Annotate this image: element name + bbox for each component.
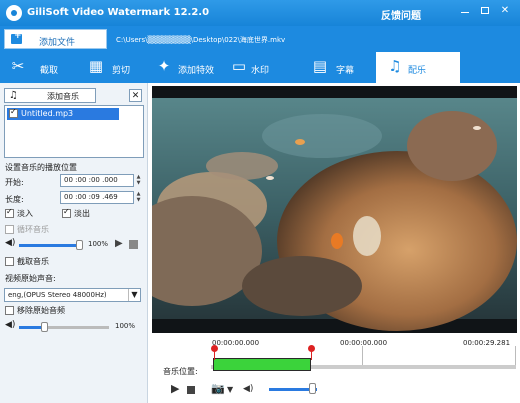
trim-music-label: 截取音乐 [17, 257, 49, 266]
stop-music-icon[interactable] [129, 240, 138, 249]
start-label: 开始: [5, 178, 24, 187]
add-file-icon [11, 31, 22, 44]
audio-track-value: eng,(OPUS Stereo 48000Hz) [8, 291, 107, 299]
music-settings-panel: ♫ 添加音乐 ✕ Untitled.mp3 设置音乐的播放位置 开始: 00 :… [0, 83, 148, 403]
camera-icon[interactable]: 📷 [211, 382, 225, 395]
music-volume-slider[interactable] [76, 240, 83, 250]
speaker-icon: ◀) [5, 238, 16, 248]
add-file-button[interactable]: 添加文件 [4, 29, 107, 49]
timeline-tick [362, 346, 363, 365]
stop-icon[interactable] [187, 386, 195, 394]
toolbar: ✂ 截取 ▦ 剪切 ✦ 添加特效 ▭ 水印 ▤ 字幕 ♫ 配乐 [0, 52, 520, 83]
crop-icon: ▦ [88, 57, 104, 75]
fade-in-checkbox[interactable] [5, 207, 14, 218]
title-bar: GiliSoft Video Watermark 12.2.0 反馈问题 ✕ [0, 0, 520, 26]
tab-effects-label: 添加特效 [178, 66, 215, 76]
original-volume-row: ◀) 100% [5, 320, 145, 334]
camera-dropdown-icon[interactable]: ▼ [227, 385, 233, 394]
video-preview [152, 86, 517, 333]
remove-music-button[interactable]: ✕ [129, 89, 142, 102]
maximize-icon [481, 7, 489, 14]
play-position-heading: 设置音乐的播放位置 [5, 163, 77, 172]
start-time-spinner[interactable]: ▲ ▼ [135, 174, 142, 187]
timeline-end-time: 00:00:29.281 [463, 339, 511, 347]
tab-music[interactable]: ♫ 配乐 [376, 52, 460, 83]
music-file-name: Untitled.mp3 [21, 109, 74, 118]
duration-label: 长度: [5, 195, 24, 204]
close-button[interactable]: ✕ [498, 4, 512, 18]
tab-music-label: 配乐 [408, 66, 427, 76]
spin-down-icon: ▼ [136, 197, 141, 203]
add-file-label: 添加文件 [39, 38, 76, 48]
tab-crop[interactable]: ▦ 剪切 [82, 52, 146, 83]
list-item[interactable]: Untitled.mp3 [7, 107, 119, 120]
tab-watermark-label: 水印 [251, 66, 270, 76]
scissors-icon: ✂ [11, 57, 25, 75]
watermark-icon: ▭ [231, 57, 247, 75]
tab-subtitle-label: 字幕 [336, 66, 355, 76]
playback-volume-slider[interactable] [309, 383, 316, 394]
film-icon: ▤ [312, 57, 328, 75]
play-music-icon[interactable]: ▶ [115, 238, 123, 249]
remove-original-audio-checkbox[interactable] [5, 306, 14, 315]
fade-in-label: 淡入 [17, 209, 33, 218]
tab-trim[interactable]: ✂ 截取 [4, 52, 68, 83]
music-note-icon: ♫ [9, 90, 18, 101]
play-icon[interactable]: ▶ [171, 382, 179, 395]
fade-out-label: 淡出 [74, 209, 90, 218]
original-volume-value: 100% [115, 322, 136, 330]
duration-input[interactable]: 00 :00 :09 .469 [60, 191, 134, 204]
feedback-link[interactable]: 反馈问题 [381, 7, 421, 22]
add-music-label: 添加音乐 [47, 92, 79, 101]
app-title: GiliSoft Video Watermark 12.2.0 [27, 7, 210, 18]
tab-trim-label: 截取 [40, 66, 59, 76]
maximize-button[interactable] [478, 4, 492, 18]
tab-crop-label: 剪切 [112, 66, 131, 76]
music-clip-bar[interactable] [213, 358, 311, 371]
original-audio-heading: 视频原始声音: [5, 274, 56, 283]
file-path: C:\Users\▒▒▒▒▒▒▒▒\Desktop\022\海底世界.mkv [116, 36, 286, 44]
spin-down-icon: ▼ [136, 180, 141, 186]
music-list: Untitled.mp3 [4, 105, 144, 158]
music-start-marker[interactable] [211, 345, 218, 352]
tab-subtitle[interactable]: ▤ 字幕 [306, 52, 366, 83]
close-icon: ✕ [500, 5, 510, 16]
speaker-icon: ◀) [243, 384, 254, 394]
minimize-button[interactable] [458, 4, 472, 18]
timeline-start-time: 00:00:00.000 [212, 339, 260, 347]
timeline: 00:00:00.000 00:00:00.000 00:00:29.281 音… [149, 336, 520, 403]
music-note-icon: ♫ [388, 57, 402, 75]
add-music-button[interactable]: ♫ 添加音乐 [4, 88, 96, 103]
file-bar: 添加文件 C:\Users\▒▒▒▒▒▒▒▒\Desktop\022\海底世界.… [0, 26, 520, 52]
loop-checkbox[interactable] [5, 225, 14, 234]
loop-label: 循环音乐 [17, 225, 49, 234]
tab-watermark[interactable]: ▭ 水印 [225, 52, 295, 83]
remove-original-audio-label: 移除原始音频 [17, 306, 65, 315]
music-checkbox[interactable] [9, 107, 18, 118]
underwater-scene-image [152, 86, 517, 333]
original-volume-track-rest [47, 326, 109, 329]
music-volume-row: ◀) 100% ▶ [5, 238, 145, 252]
fade-out-checkbox[interactable] [62, 207, 71, 218]
start-time-input[interactable]: 00 :00 :00 .000 [60, 174, 134, 187]
app-logo-icon [6, 5, 22, 21]
tab-effects[interactable]: ✦ 添加特效 [150, 52, 224, 83]
magic-wand-icon: ✦ [157, 57, 171, 75]
music-position-label: 音乐位置: [163, 367, 198, 376]
music-end-marker[interactable] [308, 345, 315, 352]
duration-spinner[interactable]: ▲ ▼ [135, 191, 142, 204]
timeline-tick [515, 346, 516, 365]
trim-music-checkbox[interactable] [5, 257, 14, 266]
music-header: ♫ 添加音乐 ✕ [4, 87, 144, 105]
audio-track-select[interactable]: eng,(OPUS Stereo 48000Hz) ▼ [4, 288, 141, 302]
original-volume-slider[interactable] [41, 322, 48, 332]
chevron-down-icon: ▼ [128, 289, 140, 301]
timeline-mid-time: 00:00:00.000 [340, 339, 388, 347]
minimize-icon [461, 12, 469, 13]
music-volume-track[interactable] [19, 244, 83, 247]
music-volume-value: 100% [88, 240, 109, 248]
speaker-icon: ◀) [5, 320, 16, 330]
